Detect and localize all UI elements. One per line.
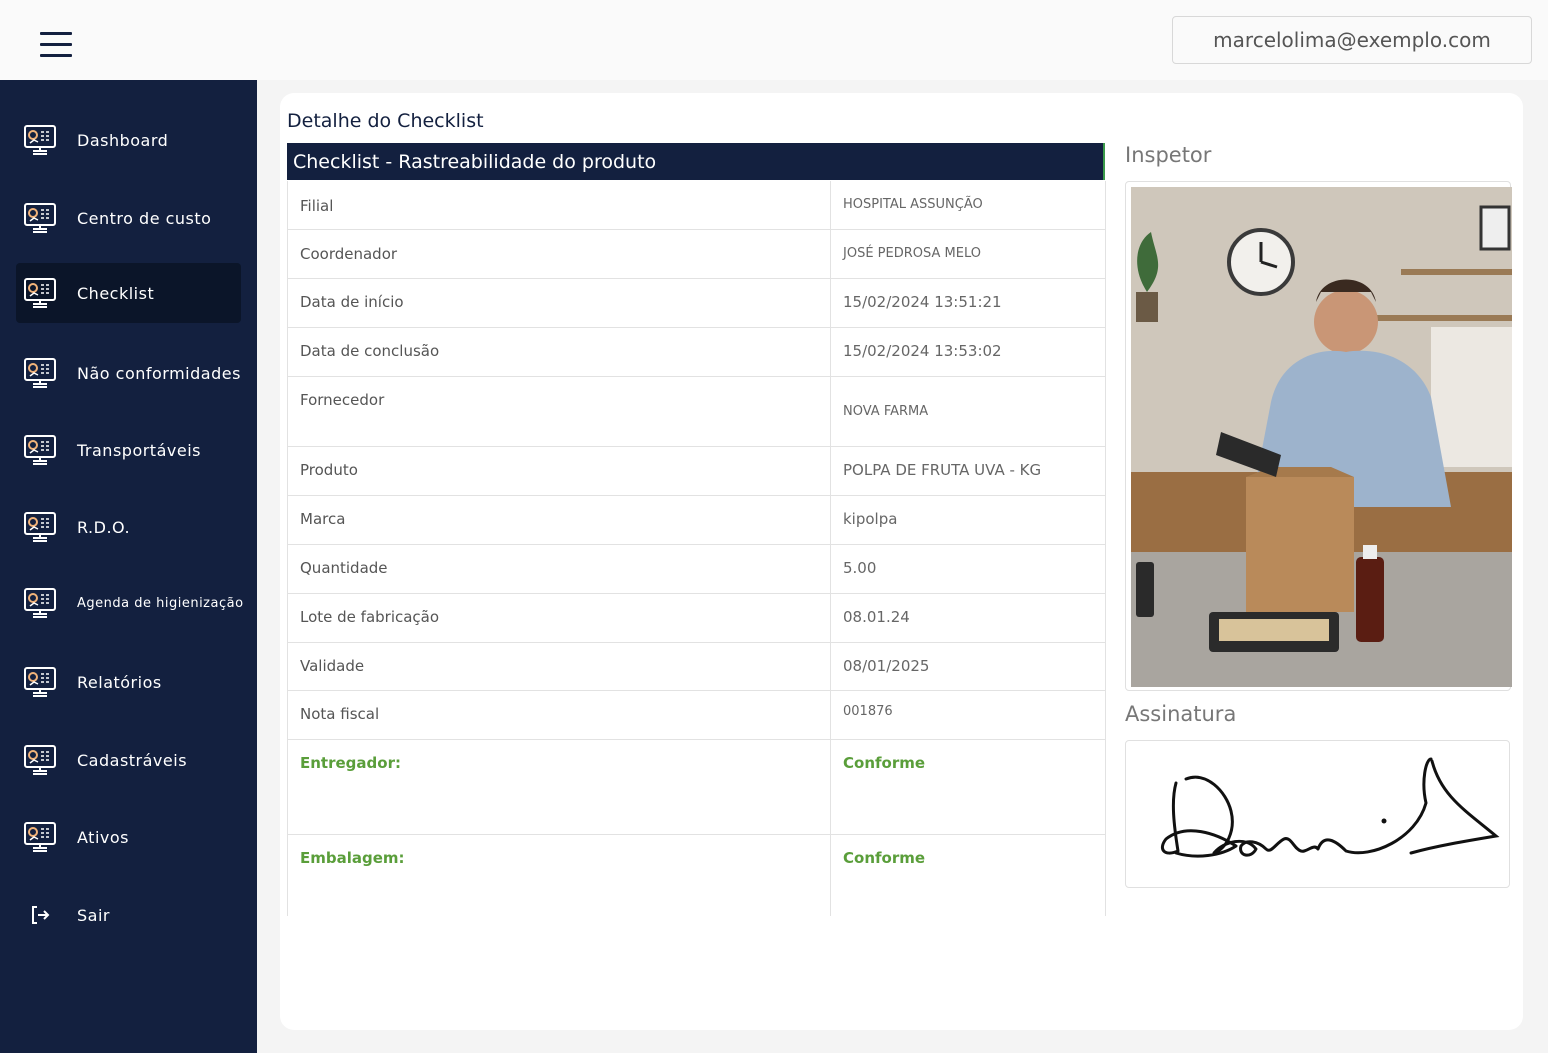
logout-icon [23, 898, 57, 932]
sidebar-item-label: Não conformidades [77, 363, 241, 383]
row-label: Entregador: [288, 740, 831, 834]
sidebar-item-rdo[interactable]: R.D.O. [16, 497, 241, 557]
row-value: 08.01.24 [843, 608, 910, 626]
monitor-chart-icon [23, 820, 57, 854]
sidebar-item-label: Sair [77, 905, 110, 925]
user-email-button[interactable]: marcelolima@exemplo.com [1172, 16, 1532, 64]
table-row: Entregador: Conforme [288, 740, 1105, 835]
signature-title: Assinatura [1125, 702, 1237, 726]
sidebar-item-label: R.D.O. [77, 517, 131, 537]
table-row: Data de início 15/02/2024 13:51:21 [288, 279, 1105, 328]
sidebar-item-centro-de-custo[interactable]: Centro de custo [16, 188, 241, 248]
page-title: Detalhe do Checklist [287, 110, 484, 132]
row-value: HOSPITAL ASSUNÇÃO [843, 197, 983, 212]
sidebar-item-transportaveis[interactable]: Transportáveis [16, 420, 241, 480]
monitor-chart-icon [23, 276, 57, 310]
row-value: Conforme [843, 849, 926, 867]
sidebar-item-dashboard[interactable]: Dashboard [16, 110, 241, 170]
row-label: Quantidade [288, 545, 831, 593]
row-value: POLPA DE FRUTA UVA - KG [843, 461, 1042, 479]
sidebar-item-ativos[interactable]: Ativos [16, 807, 241, 867]
row-label: Validade [288, 643, 831, 690]
sidebar-item-label: Transportáveis [77, 440, 201, 460]
monitor-chart-icon [23, 586, 57, 620]
monitor-chart-icon [23, 743, 57, 777]
row-value: 5.00 [843, 559, 877, 577]
row-label: Produto [288, 447, 831, 495]
table-row: Nota fiscal 001876 [288, 691, 1105, 740]
inspector-photo [1125, 181, 1512, 691]
sidebar-item-label: Dashboard [77, 130, 169, 150]
row-value: 08/01/2025 [843, 657, 930, 675]
signature-image [1125, 740, 1510, 888]
row-label: Data de conclusão [288, 328, 831, 376]
monitor-chart-icon [23, 665, 57, 699]
sidebar-item-label: Relatórios [77, 672, 162, 692]
row-value: 001876 [843, 704, 893, 719]
sidebar-item-checklist[interactable]: Checklist [16, 263, 241, 323]
row-value: 15/02/2024 13:53:02 [843, 342, 1002, 360]
sidebar-item-agenda-de-higienizacao[interactable]: Agenda de higienização [16, 573, 244, 633]
checklist-table: Filial HOSPITAL ASSUNÇÃO Coordenador JOS… [287, 181, 1106, 916]
row-value: JOSÉ PEDROSA MELO [843, 246, 981, 261]
monitor-chart-icon [23, 201, 57, 235]
sidebar-item-label: Centro de custo [77, 208, 212, 228]
row-value: 15/02/2024 13:51:21 [843, 293, 1002, 311]
monitor-chart-icon [23, 356, 57, 390]
table-row: Produto POLPA DE FRUTA UVA - KG [288, 447, 1105, 496]
sidebar-item-relatorios[interactable]: Relatórios [16, 652, 241, 712]
monitor-chart-icon [23, 433, 57, 467]
table-row: Quantidade 5.00 [288, 545, 1105, 594]
table-row: Data de conclusão 15/02/2024 13:53:02 [288, 328, 1105, 377]
sidebar-item-label: Checklist [77, 283, 155, 303]
row-label: Data de início [288, 279, 831, 327]
row-label: Nota fiscal [288, 691, 831, 739]
row-label: Lote de fabricação [288, 594, 831, 642]
sidebar-item-label: Cadastráveis [77, 750, 188, 770]
row-value: Conforme [843, 754, 926, 772]
sidebar-item-label: Agenda de higienização [77, 595, 244, 611]
table-row: Validade 08/01/2025 [288, 643, 1105, 691]
top-bar: marcelolima@exemplo.com [0, 0, 1548, 80]
row-label: Embalagem: [288, 835, 831, 916]
sidebar-item-label: Ativos [77, 827, 129, 847]
sidebar: Dashboard Centro de custo Checklist Não … [0, 80, 257, 1053]
sidebar-item-cadastraveis[interactable]: Cadastráveis [16, 730, 241, 790]
table-row: Coordenador JOSÉ PEDROSA MELO [288, 230, 1105, 279]
sidebar-item-nao-conformidades[interactable]: Não conformidades [16, 343, 241, 403]
checklist-title: Checklist - Rastreabilidade do produto [287, 143, 1105, 180]
monitor-chart-icon [23, 123, 57, 157]
table-row: Marca kipolpa [288, 496, 1105, 545]
table-row: Lote de fabricação 08.01.24 [288, 594, 1105, 643]
monitor-chart-icon [23, 510, 57, 544]
table-row: Embalagem: Conforme [288, 835, 1105, 916]
row-label: Marca [288, 496, 831, 544]
sidebar-item-sair[interactable]: Sair [16, 885, 241, 945]
row-value: kipolpa [843, 510, 898, 528]
table-row: Fornecedor NOVA FARMA [288, 377, 1105, 447]
table-row: Filial HOSPITAL ASSUNÇÃO [288, 181, 1105, 230]
inspector-title: Inspetor [1125, 143, 1212, 167]
hamburger-menu-icon[interactable] [40, 32, 72, 58]
row-label: Filial [288, 181, 831, 229]
row-label: Coordenador [288, 230, 831, 278]
row-value: NOVA FARMA [843, 404, 929, 419]
row-label: Fornecedor [288, 377, 831, 446]
